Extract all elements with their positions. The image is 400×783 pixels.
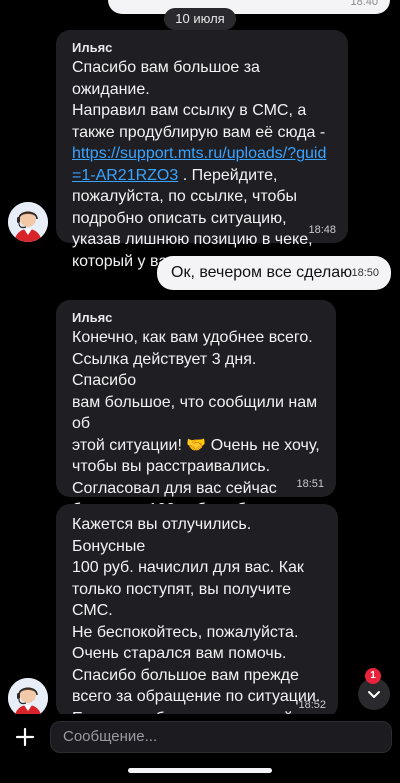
message-time: 18:48: [308, 224, 336, 236]
sender-name: Ильяс: [72, 310, 113, 325]
message-input[interactable]: Сообщение...: [50, 721, 392, 753]
incoming-message: Ильяс Конечно, как вам удобнее всего. Сс…: [56, 300, 336, 540]
message-text: Спасибо вам большое за ожидание. Направи…: [72, 59, 327, 270]
agent-avatar[interactable]: [8, 678, 48, 718]
add-attachment-button[interactable]: [10, 722, 40, 752]
agent-avatar[interactable]: [8, 202, 48, 242]
message-text: Ок, вечером все сделаю: [171, 264, 353, 281]
unread-badge: 1: [365, 668, 381, 684]
message-time: 18:40: [350, 0, 378, 8]
outgoing-message: Ок, вечером все сделаю 18:50: [157, 256, 391, 290]
incoming-message: Ильяс Спасибо вам большое за ожидание. Н…: [56, 30, 348, 270]
message-time: 18:51: [296, 478, 324, 490]
incoming-message: Кажется вы отлучились. Бонусные 100 руб.…: [56, 504, 338, 770]
date-separator: 10 июля: [164, 8, 236, 30]
support-agent-avatar: [8, 202, 48, 242]
chevron-down-icon: [368, 691, 380, 698]
support-agent-avatar: [8, 678, 48, 718]
message-time: 18:52: [298, 699, 326, 711]
previous-outgoing-bubble: 18:40: [108, 0, 390, 14]
sender-name: Ильяс: [72, 40, 113, 55]
plus-icon: [15, 727, 35, 747]
home-indicator: [128, 768, 272, 773]
message-time: 18:50: [351, 267, 379, 279]
